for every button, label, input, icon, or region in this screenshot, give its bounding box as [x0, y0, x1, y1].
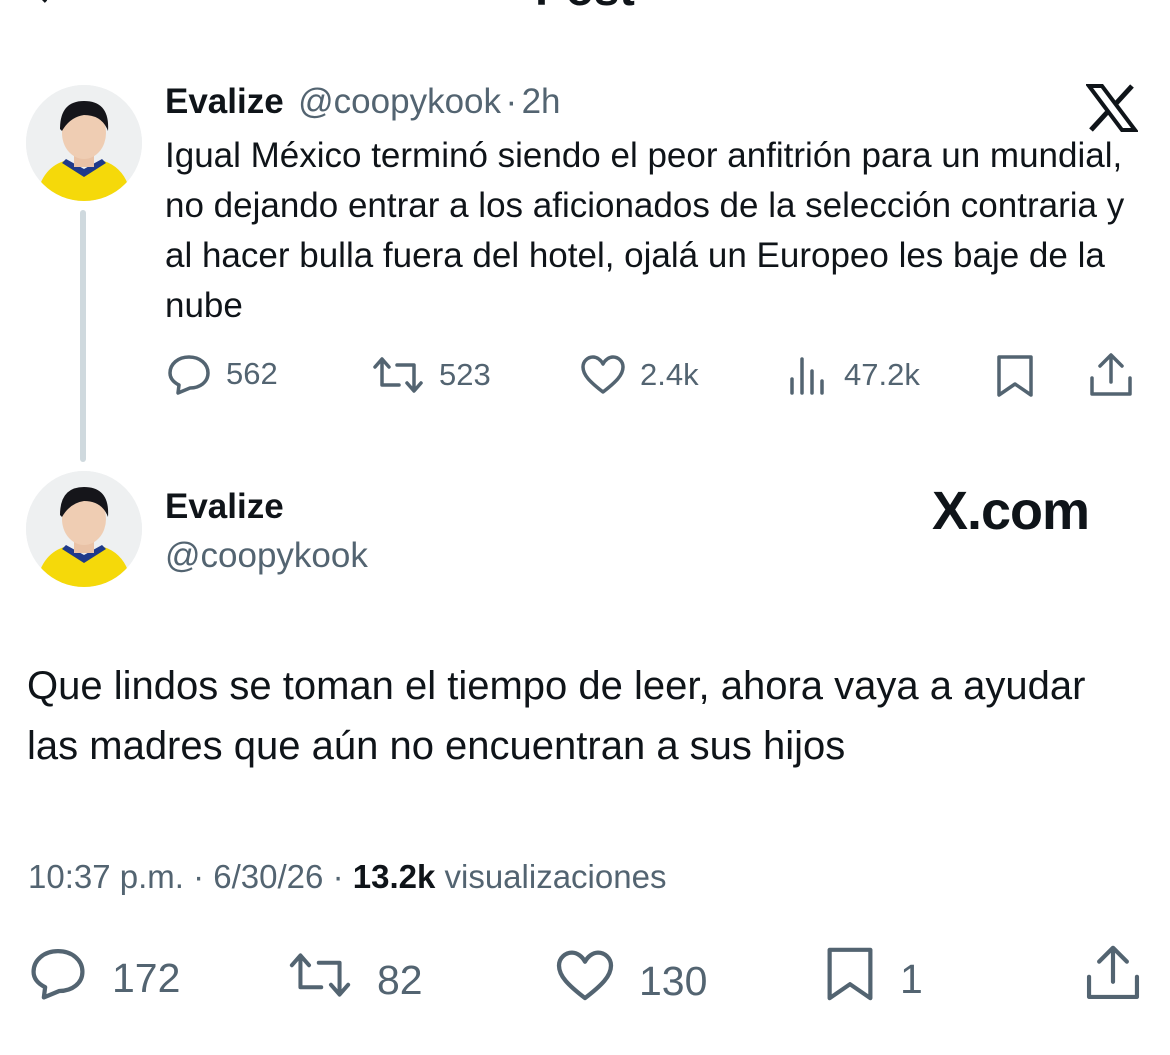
like-button[interactable]: 130 — [555, 950, 707, 1012]
share-icon[interactable] — [1084, 944, 1142, 1007]
reply-count: 172 — [112, 954, 181, 1001]
reply-icon — [28, 946, 88, 1010]
repost-count: 82 — [377, 956, 423, 1003]
separator: · — [332, 858, 344, 895]
repost-count: 523 — [439, 357, 491, 392]
author-name[interactable]: Evalize — [165, 82, 284, 121]
views-icon — [788, 353, 830, 397]
author-handle[interactable]: @coopykook — [165, 536, 368, 576]
tweet-time[interactable]: 2h — [522, 82, 561, 121]
thread-line — [80, 210, 86, 462]
like-icon — [555, 950, 615, 1012]
author-name[interactable]: Evalize — [165, 487, 284, 527]
tweet-meta: 10:37 p.m. · 6/30/26 · 13.2k visualizaci… — [28, 858, 666, 896]
avatar[interactable] — [26, 85, 142, 201]
like-count: 130 — [639, 957, 708, 1004]
views-button[interactable]: 47.2k — [788, 353, 920, 397]
repost-button[interactable]: 523 — [371, 355, 491, 395]
reply-icon — [166, 353, 212, 395]
repost-icon — [371, 355, 425, 395]
x-com-watermark: X.com — [932, 481, 1090, 541]
avatar[interactable] — [26, 471, 142, 587]
like-icon — [580, 355, 626, 395]
x-logo-icon — [1085, 84, 1139, 137]
bookmark-count: 1 — [900, 955, 923, 1002]
page-title: Post — [0, 0, 1170, 16]
reply-count: 562 — [226, 356, 278, 391]
separator: · — [193, 858, 205, 895]
views-count: 13.2k — [352, 858, 436, 895]
repost-icon — [287, 950, 353, 1010]
bookmark-icon — [824, 946, 876, 1012]
tweet-text: Igual México terminó siendo el peor anfi… — [165, 136, 1125, 325]
repost-button[interactable]: 82 — [287, 950, 423, 1010]
like-button[interactable]: 2.4k — [580, 355, 699, 395]
like-count: 2.4k — [640, 357, 699, 392]
bookmark-button[interactable]: 1 — [824, 946, 923, 1012]
tweet-header: Evalize @coopykook · 2h — [165, 82, 561, 122]
share-icon[interactable] — [1088, 352, 1134, 403]
reply-button[interactable]: 562 — [166, 353, 278, 395]
tweet-time[interactable]: 10:37 p.m. — [28, 858, 184, 895]
views-count: 47.2k — [844, 357, 920, 392]
bookmark-icon[interactable] — [995, 354, 1035, 403]
reply-button[interactable]: 172 — [28, 946, 180, 1010]
author-handle[interactable]: @coopykook — [298, 82, 501, 121]
views-label: visualizaciones — [444, 858, 667, 895]
tweet-date[interactable]: 6/30/26 — [213, 858, 323, 895]
tweet-text: Que lindos se toman el tiempo de leer, a… — [27, 664, 1086, 768]
separator: · — [505, 82, 518, 121]
